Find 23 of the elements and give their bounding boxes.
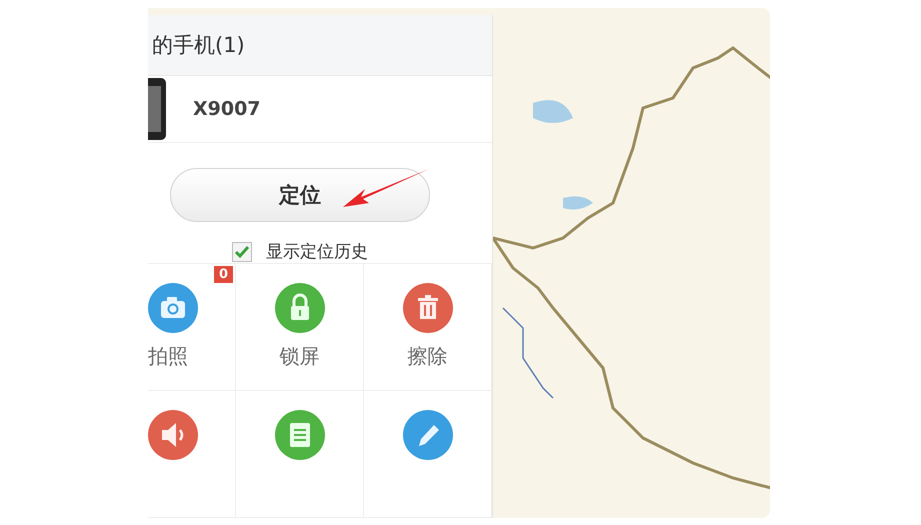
checkbox[interactable] xyxy=(232,242,252,262)
list-icon xyxy=(274,410,324,460)
tool-tile[interactable] xyxy=(148,391,236,518)
camera-icon xyxy=(148,283,198,333)
tool-tile[interactable]: 擦除 xyxy=(364,264,492,391)
panel-title: 的手机(1) xyxy=(152,32,245,59)
phone-icon xyxy=(148,78,166,140)
tool-label: 锁屏 xyxy=(280,343,320,370)
tool-label: 擦除 xyxy=(408,343,448,370)
tool-label: 拍照 xyxy=(148,343,188,370)
checkbox-label: 显示定位历史 xyxy=(266,241,368,263)
tool-tile[interactable] xyxy=(236,391,364,518)
lock-icon xyxy=(274,283,324,333)
speaker-icon xyxy=(148,410,198,460)
device-name: X9007 xyxy=(193,98,261,120)
tool-tile[interactable] xyxy=(364,391,492,518)
count-badge: 0 xyxy=(214,266,233,283)
tool-tile[interactable]: 锁屏 xyxy=(236,264,364,391)
locate-button[interactable]: 定位 xyxy=(170,168,430,222)
trash-icon xyxy=(402,283,452,333)
device-row[interactable]: X9007 xyxy=(148,76,492,143)
tool-tile[interactable]: 拍照 0 xyxy=(148,264,236,391)
pencil-icon xyxy=(402,410,452,460)
